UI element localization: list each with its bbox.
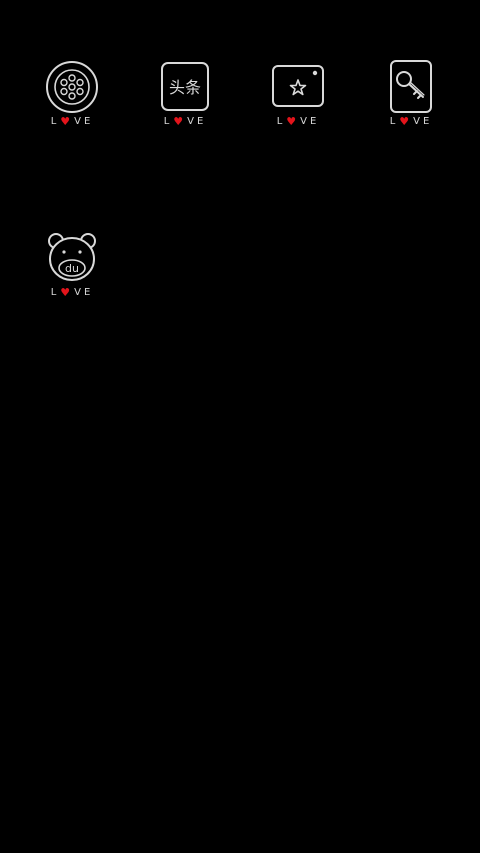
heart-icon: ♥ [173,115,187,128]
app-label: L ♥ V E [51,287,94,299]
app-label: L ♥ V E [390,116,433,128]
label-letter-v: V [74,116,84,127]
label-letter-l: L [276,116,286,127]
label-letter-l: L [50,116,60,127]
app-icon-film-reel[interactable]: L ♥ V E [32,60,112,140]
heart-icon: ♥ [286,115,300,128]
label-letter-e: E [422,116,433,127]
key-icon [390,60,432,113]
app-icon-key[interactable]: L ♥ V E [371,60,451,140]
heart-icon: ♥ [60,115,74,128]
bear-du-icon: du [48,233,96,281]
app-icon-bear-du[interactable]: du L ♥ V E [32,231,112,311]
app-label: L ♥ V E [277,116,320,128]
home-screen: L ♥ V E 头条 L ♥ V E L ♥ V E L ♥ V E du L … [0,0,480,853]
label-letter-v: V [74,287,84,298]
bear-du-icon-text: du [65,262,79,275]
label-letter-v: V [300,116,310,127]
app-icon-camera-star[interactable]: L ♥ V E [258,60,338,140]
heart-icon: ♥ [60,286,74,299]
film-reel-icon [46,61,98,113]
heart-icon: ♥ [399,115,413,128]
label-letter-e: E [196,116,207,127]
app-label: L ♥ V E [51,116,94,128]
toutiao-icon-text: 头条 [169,78,201,97]
label-letter-l: L [163,116,173,127]
label-letter-e: E [83,116,94,127]
app-label: L ♥ V E [164,116,207,128]
label-letter-v: V [187,116,197,127]
label-letter-v: V [413,116,423,127]
camera-star-icon [272,65,324,107]
label-letter-l: L [389,116,399,127]
label-letter-e: E [309,116,320,127]
app-icon-toutiao[interactable]: 头条 L ♥ V E [145,60,225,140]
label-letter-l: L [50,287,60,298]
toutiao-icon: 头条 [161,62,209,111]
label-letter-e: E [83,287,94,298]
